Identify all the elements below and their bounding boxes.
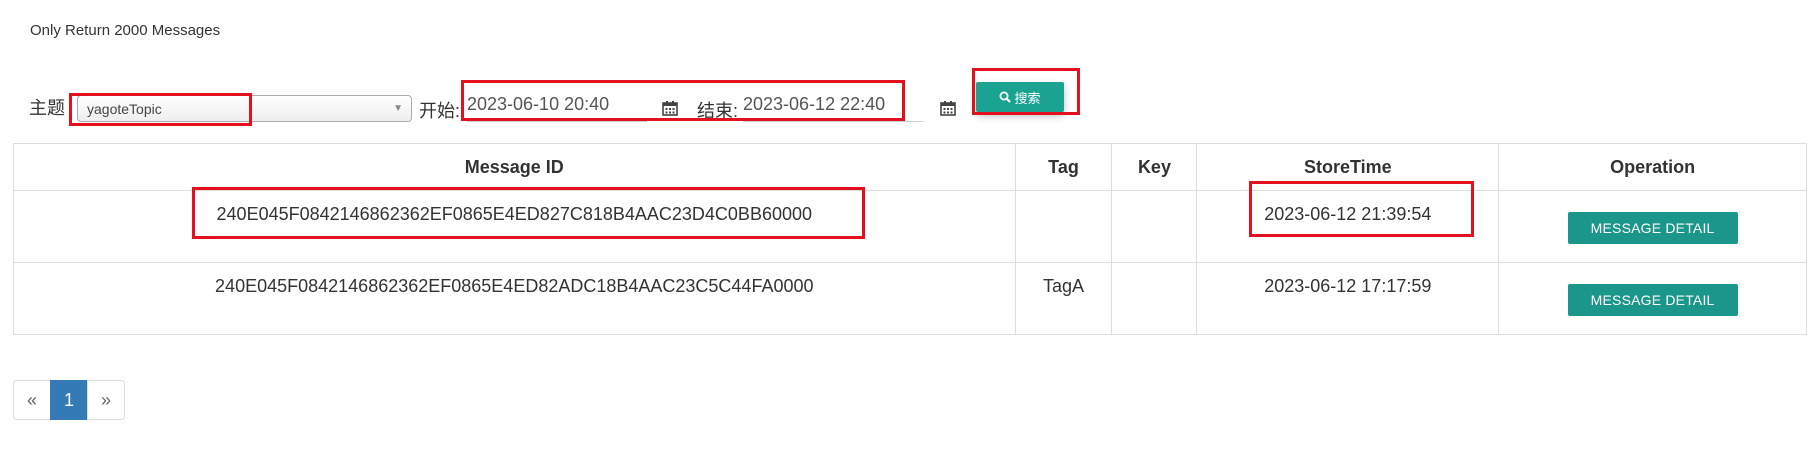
pagination-page-1[interactable]: 1: [50, 380, 88, 420]
message-table: Message ID Tag Key StoreTime Operation 2…: [13, 143, 1807, 335]
calendar-icon[interactable]: [940, 100, 956, 116]
highlight-box-message-id: [192, 187, 865, 239]
operation-cell: MESSAGE DETAIL: [1498, 262, 1807, 335]
topic-label: 主题: [29, 98, 65, 118]
highlight-box-search: [972, 68, 1080, 115]
highlight-box-topic: [69, 93, 252, 126]
key-cell: [1111, 190, 1198, 263]
column-header-tag: Tag: [1014, 143, 1113, 191]
store-time-cell: 2023-06-12 17:17:59: [1196, 262, 1500, 335]
table-row: 240E045F0842146862362EF0865E4ED82ADC18B4…: [13, 262, 1807, 335]
pagination-next[interactable]: »: [87, 380, 125, 420]
tag-cell: TagA: [1014, 262, 1113, 335]
message-detail-button[interactable]: MESSAGE DETAIL: [1567, 212, 1738, 244]
message-limit-notice: Only Return 2000 Messages: [30, 22, 221, 39]
table-header-row: Message ID Tag Key StoreTime Operation: [13, 143, 1807, 191]
chevron-down-icon: ▼: [393, 103, 403, 114]
start-time-label: 开始:: [419, 101, 461, 121]
tag-cell: [1014, 190, 1113, 263]
highlight-box-time-range: [461, 80, 905, 121]
pagination: « 1 »: [13, 380, 125, 420]
column-header-message-id: Message ID: [13, 143, 1016, 191]
column-header-operation: Operation: [1498, 143, 1807, 191]
operation-cell: MESSAGE DETAIL: [1498, 190, 1807, 263]
message-id-cell: 240E045F0842146862362EF0865E4ED82ADC18B4…: [13, 262, 1016, 335]
pagination-prev[interactable]: «: [13, 380, 51, 420]
column-header-key: Key: [1111, 143, 1198, 191]
message-detail-button[interactable]: MESSAGE DETAIL: [1567, 284, 1738, 316]
highlight-box-store-time: [1249, 181, 1474, 237]
key-cell: [1111, 262, 1198, 335]
